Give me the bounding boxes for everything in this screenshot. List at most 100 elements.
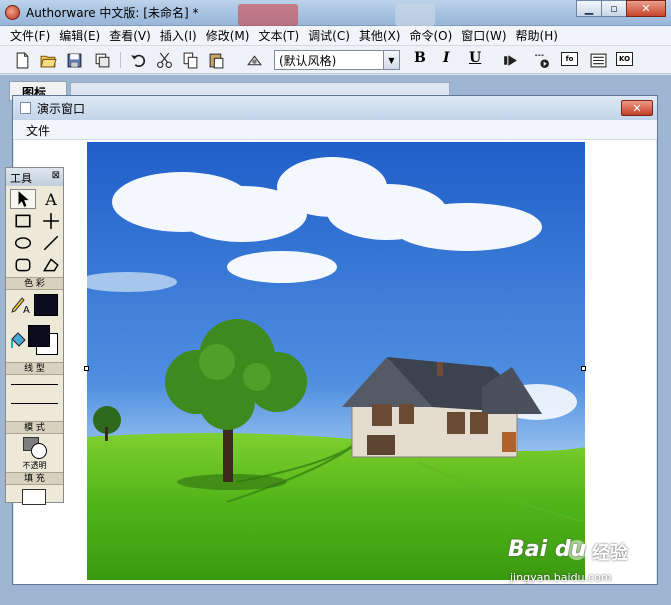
color-section-header: 色 彩 [6, 277, 63, 290]
paste-button[interactable] [206, 50, 226, 70]
background-window-fragment [238, 4, 298, 26]
copy-button[interactable] [180, 50, 200, 70]
presentation-window: 演示窗口 ✕ 文件 [12, 95, 658, 585]
mode-value: 不透明 [22, 461, 47, 470]
document-icon [20, 102, 31, 114]
straight-line-tool[interactable] [38, 211, 64, 231]
rounded-rectangle-icon [15, 258, 31, 272]
copy-icon [183, 52, 197, 68]
menu-debug[interactable]: 调试(C) [304, 27, 355, 44]
line-color-swatch[interactable] [34, 294, 58, 316]
rounded-rectangle-tool[interactable] [10, 255, 36, 275]
save-all-button[interactable] [64, 50, 84, 70]
color-controls: A [6, 291, 63, 361]
tool-grid: A [6, 186, 63, 276]
line-section-header: 线 型 [6, 362, 63, 375]
rectangle-icon [15, 214, 31, 228]
watermark-brand: Bai du [508, 537, 587, 562]
save-all-icon [67, 53, 81, 67]
window-title: Authorware 中文版: [未命名] * [26, 6, 199, 20]
presentation-close-button[interactable]: ✕ [621, 100, 653, 116]
menu-other[interactable]: 其他(X) [355, 27, 406, 44]
variable-list-icon [590, 53, 606, 67]
tools-panel: 工具 ⊠ A 色 彩 A 线 型 模 式 不透明 填 充 [5, 167, 64, 505]
menu-window[interactable]: 窗口(W) [457, 27, 511, 44]
text-tool[interactable]: A [38, 189, 64, 209]
mode-section-header: 模 式 [6, 421, 63, 434]
resize-handle-right[interactable] [581, 366, 586, 371]
new-file-icon [16, 52, 28, 68]
line-style-option[interactable] [11, 403, 58, 404]
undo-button[interactable] [128, 50, 148, 70]
menu-text[interactable]: 文本(T) [254, 27, 304, 44]
variable-button[interactable] [588, 50, 608, 70]
background-window-fragment [395, 4, 435, 26]
line-style-option[interactable] [11, 384, 58, 385]
landscape-image[interactable] [87, 142, 585, 580]
presentation-title-bar[interactable]: 演示窗口 ✕ [13, 96, 657, 120]
chevron-down-icon: ▼ [383, 51, 399, 69]
text-tool-label: A [45, 189, 57, 209]
ellipse-tool[interactable] [10, 233, 36, 253]
foreground-color-swatch[interactable] [28, 325, 50, 347]
resize-handle-left[interactable] [84, 366, 89, 371]
text-style-value: (默认风格) [279, 54, 337, 68]
menu-insert[interactable]: 插入(I) [156, 27, 202, 44]
cut-button[interactable] [154, 50, 174, 70]
line-style-picker[interactable] [6, 376, 63, 420]
baidu-watermark: Bai du 经验 jingyan.baidu.com [508, 533, 648, 593]
knowledge-objects-button[interactable]: KO [616, 52, 633, 66]
menu-file[interactable]: 文件(F) [6, 27, 55, 44]
watermark-cn: 经验 [592, 543, 628, 564]
new-file-button[interactable] [12, 50, 32, 70]
control-panel-icon [534, 54, 549, 68]
toolbar-separator [120, 52, 121, 68]
underline-button[interactable]: U [469, 50, 481, 66]
authorware-app-icon [5, 5, 20, 20]
mode-picker[interactable]: 不透明 [6, 435, 63, 471]
italic-button[interactable]: I [443, 50, 450, 66]
mode-swatch-front [31, 443, 47, 459]
scissors-icon [156, 52, 172, 68]
maximize-button[interactable]: ▫ [601, 0, 627, 17]
menu-modify[interactable]: 修改(M) [202, 27, 255, 44]
pointer-tool[interactable] [10, 189, 36, 209]
menu-bar: 文件(F) 编辑(E) 查看(V) 插入(I) 修改(M) 文本(T) 调试(C… [0, 26, 671, 46]
function-button[interactable]: fo [561, 52, 578, 66]
control-panel-button[interactable] [531, 50, 551, 70]
diagonal-line-tool[interactable] [38, 233, 64, 253]
find-icon [246, 54, 262, 65]
rectangle-tool[interactable] [10, 211, 36, 231]
maximize-icon: ▫ [610, 2, 618, 15]
window-controls: ▁ ▫ ✕ [576, 0, 666, 17]
find-button[interactable] [244, 50, 264, 70]
fill-swatch [22, 489, 46, 505]
tools-title-bar[interactable]: 工具 ⊠ [6, 168, 63, 186]
menu-help[interactable]: 帮助(H) [512, 27, 563, 44]
presentation-menu-file[interactable]: 文件 [13, 120, 657, 140]
tools-close-icon[interactable]: ⊠ [52, 170, 60, 181]
menu-view[interactable]: 查看(V) [105, 27, 156, 44]
fill-section-header: 填 充 [6, 472, 63, 485]
paint-bucket-icon[interactable] [8, 331, 30, 351]
bold-button[interactable]: B [414, 50, 426, 66]
presentation-title: 演示窗口 [37, 102, 86, 116]
restart-button[interactable] [500, 50, 520, 70]
text-style-select[interactable]: (默认风格) ▼ [274, 50, 400, 70]
polygon-tool[interactable] [38, 255, 64, 275]
ellipse-icon [14, 237, 32, 249]
play-icon [503, 54, 517, 66]
import-button[interactable] [92, 50, 112, 70]
open-file-button[interactable] [38, 50, 58, 70]
minimize-button[interactable]: ▁ [576, 0, 602, 17]
presentation-stage[interactable] [14, 140, 656, 584]
menu-edit[interactable]: 编辑(E) [55, 27, 105, 44]
svg-text:A: A [23, 305, 30, 315]
pencil-icon[interactable]: A [10, 295, 32, 315]
fill-picker[interactable] [6, 486, 63, 508]
close-button[interactable]: ✕ [626, 0, 666, 17]
undo-icon [130, 54, 145, 67]
title-bar: Authorware 中文版: [未命名] * ▁ ▫ ✕ [0, 0, 671, 26]
menu-command[interactable]: 命令(O) [405, 27, 457, 44]
polygon-icon [42, 258, 59, 272]
